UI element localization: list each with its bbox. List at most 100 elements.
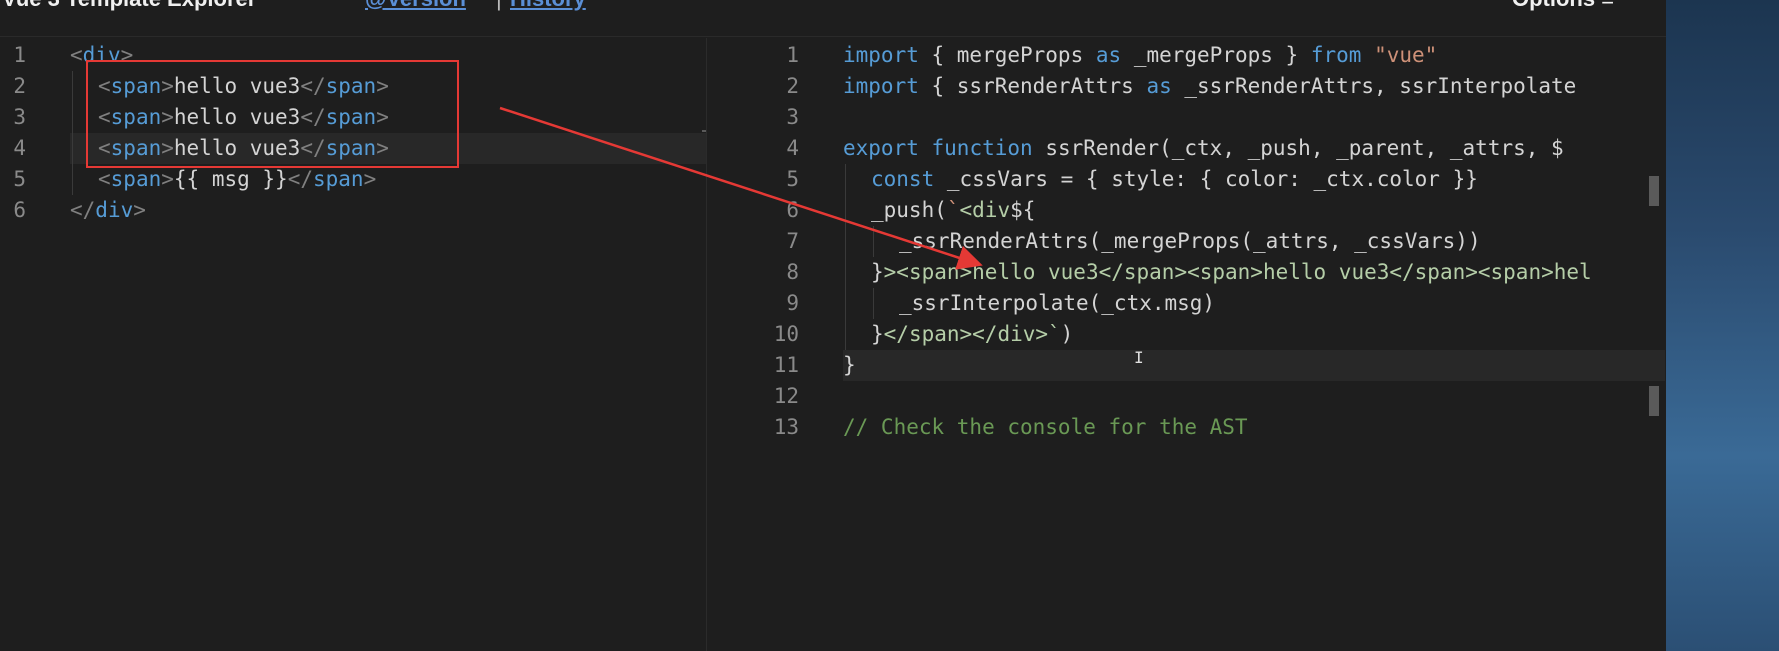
code-text: // Check the console for the AST	[843, 412, 1248, 443]
scrollbar-marker[interactable]	[1649, 176, 1659, 206]
code-token: </span></div>`	[883, 322, 1061, 346]
text-cursor-icon: I	[1134, 348, 1144, 367]
code-token: "vue"	[1374, 43, 1438, 67]
code-token: { mergeProps	[918, 43, 1096, 67]
code-line[interactable]: 12	[707, 381, 1665, 412]
code-token: export	[843, 136, 919, 160]
code-token: span	[110, 167, 162, 191]
code-token: <	[70, 43, 83, 67]
scrollbar-marker[interactable]	[1649, 386, 1659, 416]
line-number: 2	[13, 74, 26, 98]
top-header: Vue 3 Template Explorer @Version | Histo…	[0, 0, 1666, 37]
code-token: </	[287, 167, 313, 191]
code-text: import { mergeProps as _mergeProps } fro…	[843, 40, 1437, 71]
code-text: _ssrRenderAttrs(_mergeProps(_attrs, _css…	[899, 226, 1481, 257]
line-number: 8	[786, 260, 799, 284]
line-number: 12	[773, 384, 799, 408]
code-text: }	[843, 350, 856, 381]
app-title: Vue 3 Template Explorer	[2, 0, 256, 12]
code-token: // Check the console for the AST	[843, 415, 1248, 439]
code-line[interactable]: 13 // Check the console for the AST	[707, 412, 1665, 443]
version-link[interactable]: @Version	[365, 0, 466, 12]
code-token: as	[1095, 43, 1122, 67]
code-token: div	[95, 198, 134, 222]
line-number: 11	[773, 353, 799, 377]
code-line[interactable]: 7 _ssrRenderAttrs(_mergeProps(_attrs, _cs…	[707, 226, 1665, 257]
code-token: <div	[959, 198, 1011, 222]
code-token: </	[70, 198, 96, 222]
line-number: 10	[773, 322, 799, 346]
code-token: function	[931, 136, 1033, 160]
code-line[interactable]: 6 </div>	[0, 195, 700, 226]
line-number: 3	[13, 105, 26, 129]
code-token: const	[871, 167, 935, 191]
code-token: _ssrInterpolate(_ctx.msg)	[899, 291, 1216, 315]
code-line[interactable]: 8}><span>hello vue3</span><span>hello vu…	[707, 257, 1665, 288]
code-token: as	[1146, 74, 1172, 98]
code-token: )	[1060, 322, 1074, 346]
code-token: ssrRender(_ctx, _push, _parent, _attrs, …	[1032, 136, 1564, 160]
code-line[interactable]: 6 _push(`<div${	[707, 195, 1665, 226]
line-number: 1	[786, 43, 799, 67]
highlight-annotation-box	[86, 60, 459, 168]
code-token: }	[871, 260, 884, 284]
template-explorer-app: Vue 3 Template Explorer @Version | Histo…	[0, 0, 1779, 651]
code-token: }	[871, 322, 884, 346]
history-link[interactable]: History	[510, 0, 586, 12]
code-token: `	[946, 198, 960, 222]
line-number: 2	[786, 74, 799, 98]
code-line[interactable]: 11}	[707, 350, 1665, 381]
background-strip	[1666, 0, 1779, 651]
code-token: >	[161, 167, 174, 191]
code-text: }><span>hello vue3</span><span>hello vue…	[871, 257, 1592, 288]
code-text: const _cssVars = { style: { color: _ctx.…	[871, 164, 1478, 195]
line-number: 7	[786, 229, 799, 253]
code-text: _ssrInterpolate(_ctx.msg)	[899, 288, 1215, 319]
code-token: >	[363, 167, 377, 191]
line-number: 13	[773, 415, 799, 439]
code-token: import	[843, 43, 919, 67]
code-token: }	[843, 353, 856, 377]
code-line[interactable]: 10}</span></div>`)	[707, 319, 1665, 350]
options-menu-button[interactable]: Options ≡	[1512, 0, 1614, 12]
line-number: 6	[13, 198, 26, 222]
code-line[interactable]: 5 <span>{{ msg }}</span>	[0, 164, 700, 195]
code-token: <	[98, 167, 111, 191]
code-token: _push(	[871, 198, 947, 222]
code-line[interactable]: 1 import { mergeProps as _mergeProps } fr…	[707, 40, 1665, 71]
code-token: >	[133, 198, 146, 222]
code-line[interactable]: 3	[707, 102, 1665, 133]
line-number: 4	[13, 136, 26, 160]
line-number: 5	[786, 167, 799, 191]
code-token: _ssrRenderAttrs(_mergeProps(_attrs, _css…	[899, 229, 1481, 253]
header-separator: |	[496, 0, 502, 12]
code-text: _push(`<div${	[871, 195, 1035, 226]
code-text: export function ssrRender(_ctx, _push, _…	[843, 133, 1564, 164]
code-token: _mergeProps }	[1121, 43, 1311, 67]
code-token: ><span>hello vue3</span><span>hello vue3…	[883, 260, 1592, 284]
code-line[interactable]: 4 export function ssrRender(_ctx, _push, …	[707, 133, 1665, 164]
line-number: 3	[786, 105, 799, 129]
ssr-output-editor[interactable]: 1 import { mergeProps as _mergeProps } fr…	[707, 38, 1666, 651]
line-number: 1	[13, 43, 26, 67]
code-line[interactable]: 9 _ssrInterpolate(_ctx.msg)	[707, 288, 1665, 319]
code-token: span	[312, 167, 364, 191]
code-line[interactable]: 5 const _cssVars = { style: { color: _ctx…	[707, 164, 1665, 195]
code-token: _ssrRenderAttrs, ssrInterpolate	[1171, 74, 1577, 98]
code-text: </div>	[70, 195, 146, 226]
code-token: ${	[1010, 198, 1036, 222]
code-text: import { ssrRenderAttrs as _ssrRenderAtt…	[843, 71, 1576, 102]
code-line[interactable]: 2 import { ssrRenderAttrs as _ssrRenderAt…	[707, 71, 1665, 102]
line-number: 9	[786, 291, 799, 315]
code-token: from	[1310, 43, 1362, 67]
line-number: 5	[13, 167, 26, 191]
code-token: _cssVars = { style: { color: _ctx.color …	[934, 167, 1478, 191]
code-token: { ssrRenderAttrs	[918, 74, 1147, 98]
code-text: <span>{{ msg }}</span>	[98, 164, 376, 195]
line-number: 4	[786, 136, 799, 160]
code-token: import	[843, 74, 919, 98]
code-token: {{ msg }}	[173, 167, 288, 191]
line-number: 6	[786, 198, 799, 222]
